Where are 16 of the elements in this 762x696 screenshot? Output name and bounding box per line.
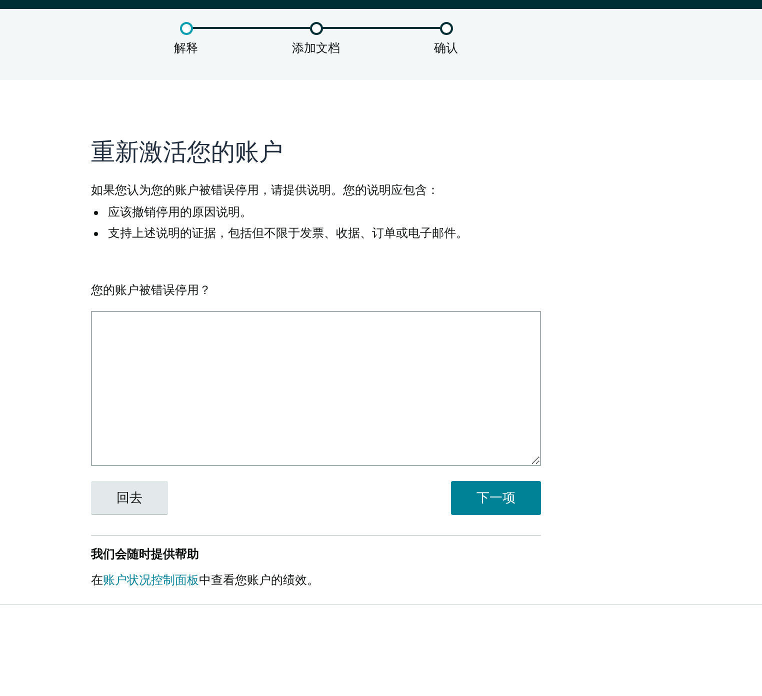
- bullet-text: 支持上述说明的证据，包括但不限于发票、收据、订单或电子邮件。: [108, 225, 468, 242]
- explanation-field[interactable]: [91, 311, 541, 466]
- intro-text: 如果您认为您的账户被错误停用，请提供说明。您的说明应包含：: [91, 182, 440, 199]
- dashboard-link[interactable]: 账户状况控制面板: [103, 573, 199, 587]
- field-label: 您的账户被错误停用？: [91, 282, 212, 299]
- step-label: 添加文档: [292, 40, 340, 57]
- help-text: 在账户状况控制面板中查看您账户的绩效。: [91, 572, 320, 589]
- step-label: 确认: [434, 40, 458, 57]
- back-button[interactable]: 回去: [91, 481, 168, 515]
- help-heading: 我们会随时提供帮助: [91, 546, 200, 563]
- step-label: 解释: [174, 40, 198, 57]
- bullet-icon: [94, 210, 98, 214]
- bullet-icon: [94, 232, 98, 236]
- bullet-text: 应该撤销停用的原因说明。: [108, 204, 252, 221]
- page-title: 重新激活您的账户: [91, 137, 284, 168]
- next-button[interactable]: 下一项: [451, 481, 541, 515]
